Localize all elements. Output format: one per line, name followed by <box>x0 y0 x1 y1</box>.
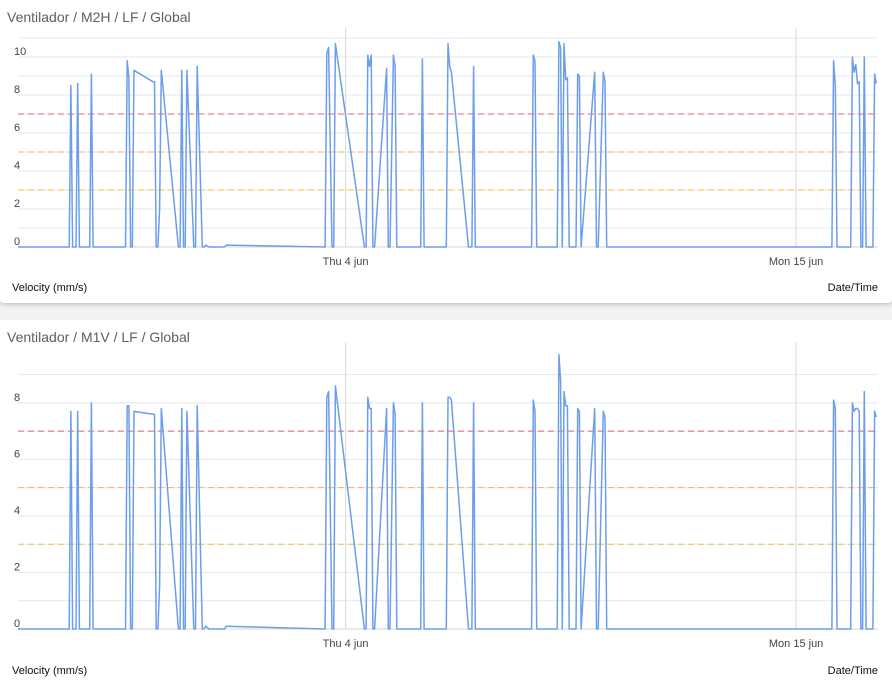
y-tick-label: 0 <box>14 618 20 630</box>
series-line <box>18 354 878 630</box>
chart-plot-m2h: 0 2 4 6 8 10 Thu 4 jun Mon 15 jun <box>14 28 878 268</box>
chart-plot-m1v: 0 2 4 6 8 Thu 4 jun Mon 15 jun <box>14 342 878 650</box>
chart-card-m1v: Ventilador / M1V / LF / Global 0 2 4 6 8 Thu … <box>0 320 892 683</box>
x-axis-label: Date/Time <box>827 665 878 677</box>
x-tick-label: Thu 4 jun <box>323 256 369 268</box>
x-tick-label: Mon 15 jun <box>769 256 823 268</box>
y-tick-label: 6 <box>14 448 20 460</box>
y-tick-label: 8 <box>14 84 20 96</box>
y-tick-label: 10 <box>14 46 26 58</box>
y-tick-label: 0 <box>14 236 20 248</box>
y-axis-label: Velocity (mm/s) <box>12 665 88 677</box>
y-tick-label: 2 <box>14 561 20 573</box>
x-tick-label: Thu 4 jun <box>323 638 369 650</box>
chart-card-m2h: Ventilador / M2H / LF / Global 0 2 4 6 8 10 Th… <box>0 0 892 303</box>
y-axis-label: Velocity (mm/s) <box>12 282 88 294</box>
y-tick-label: 8 <box>14 392 20 404</box>
y-tick-label: 2 <box>14 198 20 210</box>
x-tick-label: Mon 15 jun <box>769 638 823 650</box>
x-axis-label: Date/Time <box>827 282 878 294</box>
y-tick-label: 4 <box>14 160 20 172</box>
series-line <box>18 41 878 248</box>
y-tick-label: 6 <box>14 122 20 134</box>
y-tick-label: 4 <box>14 505 20 517</box>
